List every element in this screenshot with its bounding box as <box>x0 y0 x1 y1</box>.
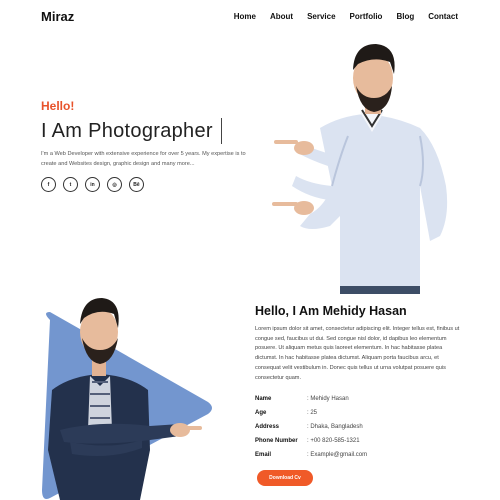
nav-home-link[interactable]: Home <box>234 12 256 21</box>
twitter-icon[interactable]: t <box>63 177 78 192</box>
hero-description: I'm a Web Developer with extensive exper… <box>41 151 246 167</box>
about-photo <box>42 298 212 500</box>
info-value: : Dhaka, Bangladesh <box>307 424 363 430</box>
info-label: Address <box>255 424 280 430</box>
site-logo[interactable]: Miraz <box>41 9 74 24</box>
info-row-phone: Phone Number : +00 820-585-1321 <box>255 434 465 448</box>
download-cv-button[interactable]: Download Cv <box>257 470 313 486</box>
info-row-address: Address : Dhaka, Bangladesh <box>255 420 465 434</box>
linkedin-icon[interactable]: in <box>85 177 100 192</box>
nav-portfolio-link[interactable]: Portfolio <box>350 12 383 21</box>
info-row-age: Age : 25 <box>255 406 465 420</box>
info-label: Email <box>255 452 272 458</box>
about-text: Lorem ipsum dolor sit amet, consectetur … <box>255 326 460 381</box>
hero-photo <box>272 44 448 294</box>
social-links: f t in ◎ Bē <box>41 177 144 192</box>
personal-info: Name : Mehidy Hasan Age : 25 Address : D… <box>255 392 465 462</box>
info-value: : Mehidy Hasan <box>307 396 349 402</box>
info-row-name: Name : Mehidy Hasan <box>255 392 465 406</box>
top-navigation: Miraz Home About Service Portfolio Blog … <box>0 0 500 34</box>
info-value[interactable]: : Example@gmail.com <box>307 452 367 458</box>
facebook-icon[interactable]: f <box>41 177 56 192</box>
hero-title: I Am Photographer <box>41 120 213 142</box>
info-label: Age <box>255 410 267 416</box>
instagram-icon[interactable]: ◎ <box>107 177 122 192</box>
info-row-email: Email : Example@gmail.com <box>255 448 465 462</box>
info-label: Phone Number <box>255 438 298 444</box>
nav-service-link[interactable]: Service <box>307 12 335 21</box>
info-label: Name <box>255 396 272 402</box>
about-title: Hello, I Am Mehidy Hasan <box>255 304 407 318</box>
nav-blog-link[interactable]: Blog <box>396 12 414 21</box>
behance-icon[interactable]: Bē <box>129 177 144 192</box>
nav-contact-link[interactable]: Contact <box>428 12 458 21</box>
info-value: : +00 820-585-1321 <box>307 438 360 444</box>
info-value: : 25 <box>307 410 318 416</box>
typing-caret <box>221 118 222 144</box>
main-menu: Home About Service Portfolio Blog Contac… <box>220 12 458 21</box>
nav-about-link[interactable]: About <box>270 12 293 21</box>
hero-greeting: Hello! <box>41 99 75 113</box>
